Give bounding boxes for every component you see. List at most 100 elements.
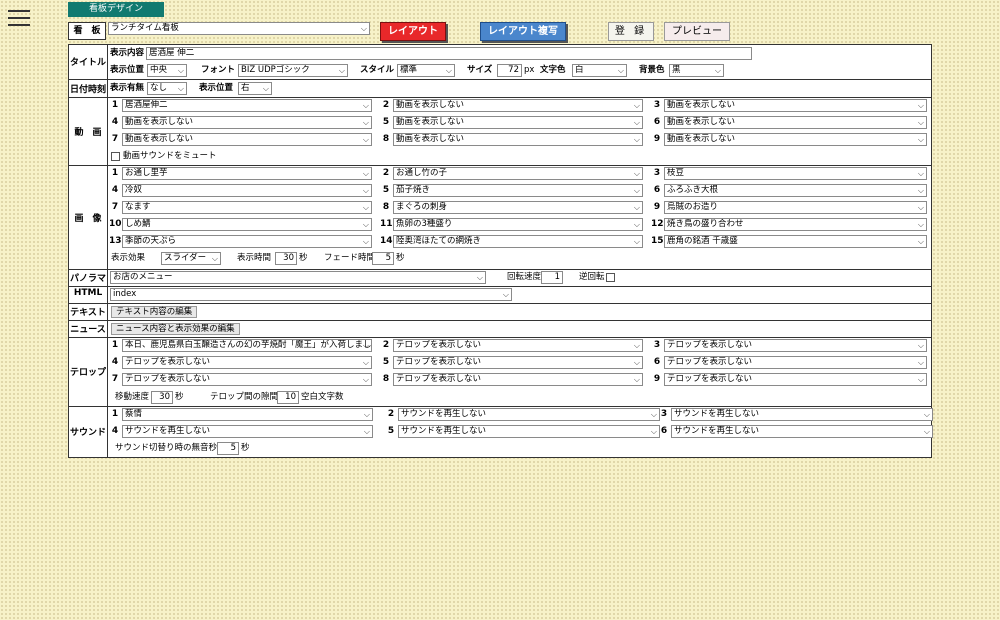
mute-checkbox[interactable]: [111, 152, 120, 161]
sound-slot-select[interactable]: サウンドを再生しない ⌵: [671, 408, 933, 421]
image-slot-index: 4: [111, 185, 119, 195]
video-slot-select[interactable]: 動画を表示しない ⌵: [664, 116, 927, 129]
video-slot-value: 動画を表示しない: [125, 134, 194, 144]
title-section-label: タイトル: [69, 58, 106, 68]
telop-slot-select[interactable]: テロップを表示しない ⌵: [393, 373, 643, 386]
register-button[interactable]: 登 録: [608, 22, 654, 41]
video-slot-select[interactable]: 動画を表示しない ⌵: [393, 133, 643, 146]
row-divider: [69, 79, 931, 80]
sound-slot-select[interactable]: 蔡情 ⌵: [122, 408, 373, 421]
telop-slot-select[interactable]: テロップを表示しない ⌵: [664, 373, 927, 386]
image-slot-select[interactable]: 鹿角の銘酒 千歳盛 ⌵: [664, 235, 927, 248]
video-slot-select[interactable]: 動画を表示しない ⌵: [393, 116, 643, 129]
font-label: フォント: [201, 65, 236, 75]
image-slot-value: お通し里芋: [125, 168, 168, 178]
silence-unit: 秒: [241, 443, 250, 453]
telop-slot-select[interactable]: テロップを表示しない ⌵: [393, 356, 643, 369]
font-select[interactable]: BIZ UDPゴシック ⌵: [238, 64, 348, 77]
chevron-down-icon: ⌵: [633, 118, 640, 127]
preview-button[interactable]: プレビュー: [664, 22, 730, 41]
fade-time-input[interactable]: 5: [372, 252, 394, 265]
image-slot-select[interactable]: 焼き鳥の盛り合わせ ⌵: [664, 218, 927, 231]
settings-panel: タイトル 表示内容 居酒屋 伸二 表示位置 中央 ⌵ フォント BIZ UDPゴシ…: [68, 44, 933, 458]
video-slot-select[interactable]: 居酒屋伸二 ⌵: [122, 99, 372, 112]
title-pos-select[interactable]: 中央 ⌵: [147, 64, 187, 77]
telop-slot-select[interactable]: テロップを表示しない ⌵: [664, 356, 927, 369]
sound-slot-select[interactable]: サウンドを再生しない ⌵: [398, 425, 660, 438]
image-slot-select[interactable]: 烏賊のお造り ⌵: [664, 201, 927, 214]
row-divider: [69, 97, 931, 98]
image-slot-index: 14: [380, 236, 393, 246]
row-divider: [69, 406, 931, 407]
image-slot-select[interactable]: 魚卵の3種盛り ⌵: [393, 218, 643, 231]
video-slot-select[interactable]: 動画を表示しない ⌵: [664, 99, 927, 112]
reverse-checkbox[interactable]: [606, 273, 615, 282]
telop-slot-select[interactable]: テロップを表示しない ⌵: [122, 373, 372, 386]
edit-text-button[interactable]: テキスト内容の編集: [111, 306, 198, 318]
image-slot-select[interactable]: 枝豆 ⌵: [664, 167, 927, 180]
hamburger-menu-icon[interactable]: [8, 10, 30, 28]
display-time-input[interactable]: 30: [275, 252, 297, 265]
font-value: BIZ UDPゴシック: [241, 65, 310, 75]
image-slot-select[interactable]: なます ⌵: [122, 201, 372, 214]
effect-select[interactable]: スライダー ⌵: [161, 252, 221, 265]
bg-color-select[interactable]: 黒 ⌵: [669, 64, 724, 77]
telop-speed-input[interactable]: 30: [151, 391, 173, 404]
style-select[interactable]: 標準 ⌵: [397, 64, 455, 77]
video-slot-index: 8: [382, 134, 390, 144]
telop-slot-select[interactable]: 本日、鹿児島県白玉醸造さんの幻の芋焼酎「魔王」が入荷しました。お ⌵: [122, 339, 372, 352]
image-slot-select[interactable]: 冷奴 ⌵: [122, 184, 372, 197]
chevron-down-icon: ⌵: [338, 66, 345, 75]
layout-copy-button[interactable]: レイアウト複写: [480, 22, 566, 41]
layout-button[interactable]: レイアウト: [380, 22, 446, 41]
sound-slot-select[interactable]: サウンドを再生しない ⌵: [122, 425, 373, 438]
video-slot-index: 3: [653, 100, 661, 110]
image-slot-index: 9: [653, 202, 661, 212]
video-slot-select[interactable]: 動画を表示しない ⌵: [122, 133, 372, 146]
telop-gap-input[interactable]: 10: [277, 391, 299, 404]
telop-slot-select[interactable]: テロップを表示しない ⌵: [664, 339, 927, 352]
display-time-label: 表示時間: [237, 253, 272, 263]
panorama-select[interactable]: お店のメニュー ⌵: [110, 271, 486, 284]
sound-slot-value: サウンドを再生しない: [401, 426, 487, 436]
image-slot-select[interactable]: 茄子焼き ⌵: [393, 184, 643, 197]
chevron-down-icon: ⌵: [917, 237, 924, 246]
sound-slot-select[interactable]: サウンドを再生しない ⌵: [671, 425, 933, 438]
fg-color-select[interactable]: 白 ⌵: [572, 64, 627, 77]
edit-news-button[interactable]: ニュース内容と表示効果の編集: [111, 323, 240, 335]
kanban-select[interactable]: ランチタイム看板 ⌵: [108, 22, 370, 35]
datetime-pos-label: 表示位置: [199, 83, 234, 93]
bg-color-label: 背景色: [639, 65, 665, 75]
image-slot-value: お通し竹の子: [396, 168, 448, 178]
telop-slot-select[interactable]: テロップを表示しない ⌵: [393, 339, 643, 352]
image-slot-select[interactable]: ふろふき大根 ⌵: [664, 184, 927, 197]
chevron-down-icon: ⌵: [633, 135, 640, 144]
datetime-pos-select[interactable]: 右 ⌵: [238, 82, 272, 95]
row-divider: [69, 303, 931, 304]
video-slot-select[interactable]: 動画を表示しない ⌵: [664, 133, 927, 146]
chevron-down-icon: ⌵: [650, 410, 657, 419]
size-input[interactable]: 72: [497, 64, 522, 77]
video-slot-select[interactable]: 動画を表示しない ⌵: [122, 116, 372, 129]
silence-input[interactable]: 5: [217, 442, 239, 455]
image-slot-select[interactable]: 季節の天ぷら ⌵: [122, 235, 372, 248]
sound-slot-select[interactable]: サウンドを再生しない ⌵: [398, 408, 660, 421]
image-slot-index: 13: [109, 236, 122, 246]
chevron-down-icon: ⌵: [633, 375, 640, 384]
image-slot-select[interactable]: 陸奥湾ほたての網焼き ⌵: [393, 235, 643, 248]
image-slot-select[interactable]: しめ鯖 ⌵: [122, 218, 372, 231]
image-slot-select[interactable]: お通し里芋 ⌵: [122, 167, 372, 180]
datetime-show-select[interactable]: なし ⌵: [147, 82, 187, 95]
chevron-down-icon: ⌵: [362, 169, 369, 178]
image-slot-value: ふろふき大根: [667, 185, 719, 195]
fg-color-value: 白: [575, 65, 584, 75]
image-slot-select[interactable]: まぐろの刺身 ⌵: [393, 201, 643, 214]
rotation-speed-input[interactable]: 1: [541, 271, 563, 284]
title-content-input[interactable]: 居酒屋 伸二: [146, 47, 752, 60]
html-select[interactable]: index ⌵: [110, 288, 512, 301]
chevron-down-icon: ⌵: [917, 118, 924, 127]
video-slot-select[interactable]: 動画を表示しない ⌵: [393, 99, 643, 112]
image-slot-select[interactable]: お通し竹の子 ⌵: [393, 167, 643, 180]
telop-slot-select[interactable]: テロップを表示しない ⌵: [122, 356, 372, 369]
bg-color-value: 黒: [672, 65, 681, 75]
